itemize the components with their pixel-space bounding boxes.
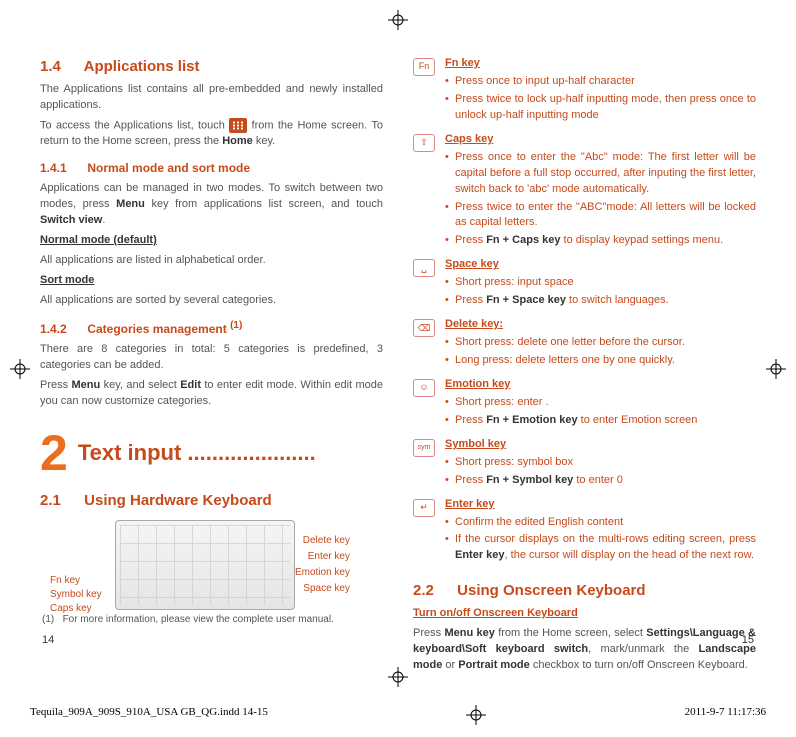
keyboard-image [115,520,295,610]
list-item: Confirm the edited English content [445,515,756,531]
section-1.4-p2: To access the Applications list, touch f… [40,118,383,150]
print-info-bar: Tequila_909A_909S_910A_USA GB_QG.indd 14… [30,705,766,725]
symbol-key-list: Short press: symbol box Press Fn + Symbo… [445,455,756,489]
section-1.4.1-heading: 1.4.1 Normal mode and sort mode [40,160,383,177]
section-1.4.2-p1: There are 8 categories in total: 5 categ… [40,342,383,374]
section-2.2-heading: 2.2 Using Onscreen Keyboard [413,580,756,602]
feature-enter-key: ↵ Enter key Confirm the edited English c… [413,497,756,567]
list-item: Press Fn + Emotion key to enter Emotion … [445,413,756,429]
section-title: Applications list [84,58,200,75]
list-item: Short press: symbol box [445,455,756,471]
label-fn-key: Fn key [50,574,80,589]
list-item: Press twice to lock up-half inputting mo… [445,92,756,124]
section-title: Normal mode and sort mode [87,161,250,175]
feature-symbol-key: sym Symbol key Short press: symbol box P… [413,437,756,491]
registration-mark-footer-icon [466,705,486,725]
caps-key-title: Caps key [445,132,756,148]
sort-mode-desc: All applications are sorted by several c… [40,293,383,309]
label-emotion-key: Emotion key [295,566,350,581]
feature-delete-key: ⌫ Delete key: Short press: delete one le… [413,317,756,371]
list-item: Press Fn + Symbol key to enter 0 [445,473,756,489]
applications-grid-icon [229,118,247,133]
emotion-key-title: Emotion key [445,377,756,393]
print-filename: Tequila_909A_909S_910A_USA GB_QG.indd 14… [30,705,268,725]
fn-key-icon: Fn [413,58,435,76]
normal-mode-subheading: Normal mode (default) [40,233,383,249]
space-key-title: Space key [445,257,756,273]
list-item: Press Fn + Space key to switch languages… [445,293,756,309]
right-column: Fn Fn key Press once to input up-half ch… [413,50,756,707]
list-item: Long press: delete letters one by one qu… [445,353,756,369]
turn-onoff-desc: Press Menu key from the Home screen, sel… [413,626,756,674]
label-symbol-key: Symbol key [50,588,102,603]
section-1.4-heading: 1.4 Applications list [40,56,383,78]
section-number: 1.4.2 [40,321,84,338]
list-item: Press Fn + Caps key to display keypad se… [445,233,756,249]
chapter-number: 2 [40,428,68,478]
footnote-text: For more information, please view the co… [63,614,334,625]
fn-key-title: Fn key [445,56,756,72]
enter-key-list: Confirm the edited English content If th… [445,515,756,565]
space-key-icon: ␣ [413,259,435,277]
feature-fn-key: Fn Fn key Press once to input up-half ch… [413,56,756,126]
section-title: Categories management (1) [87,322,242,336]
section-1.4.2-p2: Press Menu key, and select Edit to enter… [40,378,383,410]
enter-key-title: Enter key [445,497,756,513]
emotion-key-list: Short press: enter . Press Fn + Emotion … [445,395,756,429]
section-number: 2.1 [40,490,80,512]
list-item: Short press: input space [445,275,756,291]
caps-key-list: Press once to enter the "Abc" mode: The … [445,150,756,250]
label-delete-key: Delete key [303,534,350,549]
chapter-2-heading: 2 Text input ..................... [40,428,383,478]
section-number: 1.4 [40,56,80,78]
space-key-list: Short press: input space Press Fn + Spac… [445,275,756,309]
delete-key-title: Delete key: [445,317,756,333]
footnote-marker: (1) [42,614,54,625]
section-number: 1.4.1 [40,160,84,177]
label-enter-key: Enter key [308,550,350,565]
list-item: Press twice to enter the "ABC"mode: All … [445,200,756,232]
feature-space-key: ␣ Space key Short press: input space Pre… [413,257,756,311]
label-space-key: Space key [303,582,350,597]
footnote: (1) For more information, please view th… [42,613,372,628]
section-title: Using Hardware Keyboard [84,492,272,509]
sort-mode-subheading: Sort mode [40,273,383,289]
emotion-key-icon: ☺ [413,379,435,397]
delete-key-list: Short press: delete one letter before th… [445,335,756,369]
turn-onoff-subheading: Turn on/off Onscreen Keyboard [413,606,756,622]
caps-key-icon: ⇧ [413,134,435,152]
section-title: Using Onscreen Keyboard [457,582,645,599]
section-1.4-p1: The Applications list contains all pre-e… [40,82,383,114]
list-item: Short press: enter . [445,395,756,411]
list-item: If the cursor displays on the multi-rows… [445,532,756,564]
enter-key-icon: ↵ [413,499,435,517]
page-number-left: 14 [42,633,54,649]
fn-key-list: Press once to input up-half character Pr… [445,74,756,124]
feature-caps-key: ⇧ Caps key Press once to enter the "Abc"… [413,132,756,252]
symbol-key-title: Symbol key [445,437,756,453]
section-1.4.1-p1: Applications can be managed in two modes… [40,181,383,229]
section-number: 2.2 [413,580,453,602]
list-item: Short press: delete one letter before th… [445,335,756,351]
list-item: Press once to input up-half character [445,74,756,90]
footnote-sup: (1) [230,320,242,331]
left-column: 1.4 Applications list The Applications l… [40,50,383,707]
section-1.4.2-heading: 1.4.2 Categories management (1) [40,319,383,338]
normal-mode-desc: All applications are listed in alphabeti… [40,253,383,269]
chapter-title: Text input ..................... [78,437,316,469]
symbol-key-icon: sym [413,439,435,457]
list-item: Press once to enter the "Abc" mode: The … [445,150,756,198]
page-number-right: 15 [742,633,754,649]
delete-key-icon: ⌫ [413,319,435,337]
print-date: 2011-9-7 11:17:36 [685,705,766,725]
feature-emotion-key: ☺ Emotion key Short press: enter . Press… [413,377,756,431]
section-2.1-heading: 2.1 Using Hardware Keyboard [40,490,383,512]
